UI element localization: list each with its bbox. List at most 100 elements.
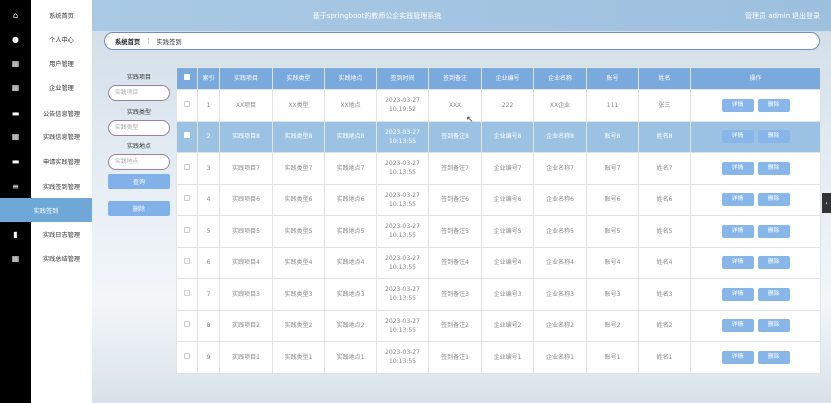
delete-button[interactable]: 删除: [757, 130, 790, 144]
sidebar-item-home[interactable]: 系统首页: [31, 3, 92, 27]
sidebar-item-companies[interactable]: 企业管理: [31, 75, 92, 99]
table-cell: 账号1: [586, 341, 639, 374]
select-all-checkbox[interactable]: [176, 67, 198, 90]
sidebar-item-signin-mgmt[interactable]: 实践签到管理: [31, 174, 92, 198]
table-cell: 签到备注2: [428, 309, 482, 342]
project-filter-input[interactable]: [108, 85, 170, 101]
row-checkbox[interactable]: [176, 120, 198, 153]
detail-button[interactable]: 详情: [721, 193, 754, 207]
batch-delete-button[interactable]: 删除: [108, 201, 170, 216]
row-checkbox[interactable]: [176, 278, 198, 311]
grid-icon[interactable]: ▦: [0, 246, 31, 270]
row-checkbox[interactable]: [176, 246, 198, 279]
table-cell: 2: [197, 120, 220, 153]
sidebar-item-notices[interactable]: 公告信息管理: [31, 101, 92, 125]
column-header: 姓名: [638, 67, 691, 90]
table-row[interactable]: 2 实践项目8 实践类型8 实践地点8 2023-03-27 10:13:55 签到备注8…: [176, 120, 821, 153]
detail-button[interactable]: 详情: [721, 161, 754, 175]
breadcrumb-current: 实践签到: [156, 38, 182, 46]
detail-button[interactable]: 详情: [721, 256, 754, 270]
detail-button[interactable]: 详情: [721, 287, 754, 301]
table-cell: 9: [197, 341, 220, 374]
delete-button[interactable]: 删除: [757, 193, 790, 207]
chart-icon[interactable]: ▮: [0, 222, 31, 246]
row-actions: 详情 删除: [690, 215, 821, 248]
row-actions: 详情 删除: [690, 152, 821, 185]
column-header: 账号: [586, 67, 639, 90]
row-checkbox[interactable]: [176, 183, 198, 216]
user-icon[interactable]: ●: [0, 27, 31, 51]
sidebar-item-logs[interactable]: 实践日志管理: [31, 222, 92, 246]
sidebar-item-profile[interactable]: 个人中心: [31, 27, 92, 51]
row-checkbox[interactable]: [176, 341, 198, 374]
sidebar-item-practice[interactable]: 实践信息管理: [31, 124, 92, 148]
table-cell: 姓名5: [638, 215, 691, 248]
delete-button[interactable]: 删除: [757, 256, 790, 270]
delete-button[interactable]: 删除: [757, 319, 790, 333]
delete-button[interactable]: 删除: [757, 161, 790, 175]
table-cell: 实践类型2: [272, 309, 325, 342]
table-row[interactable]: 9 实践项目1 实践类型1 实践地点1 2023-03-27 10:13:55 签到备注1…: [176, 341, 821, 374]
table-cell: 账号7: [586, 152, 639, 185]
table-cell: XXX: [428, 89, 482, 122]
table-row[interactable]: 3 实践项目7 实践类型7 实践地点7 2023-03-27 10:13:55 签到备注7…: [176, 152, 821, 185]
table-cell: 实践项目1: [219, 341, 273, 374]
table-cell: 实践地点6: [324, 183, 377, 216]
row-actions: 详情 删除: [690, 120, 821, 153]
detail-button[interactable]: 详情: [721, 350, 754, 364]
collapse-tab-icon[interactable]: ‹: [822, 193, 831, 213]
table-cell: 实践类型7: [272, 152, 325, 185]
detail-button[interactable]: 详情: [721, 224, 754, 238]
table-cell: 4: [197, 183, 220, 216]
delete-button[interactable]: 删除: [757, 224, 790, 238]
detail-button[interactable]: 详情: [721, 130, 754, 144]
table-cell: 签到备注7: [428, 152, 482, 185]
type-filter-input[interactable]: [108, 120, 170, 136]
project-filter-label: 实践项目: [126, 74, 151, 81]
signin-table: 索引 实践项目 实践类型 实践地点 签到时间 签到备注 企业编号 企业名称 账号…: [176, 67, 821, 374]
table-cell: 账号2: [586, 309, 639, 342]
sidebar-item-users[interactable]: 用户管理: [31, 51, 92, 75]
grid-icon[interactable]: ▦: [0, 75, 31, 99]
column-header: 企业编号: [481, 67, 534, 90]
breadcrumb-home[interactable]: 系统首页: [115, 37, 140, 46]
table-row[interactable]: 1 XX项目 XX类型 XX地点 2023-03-27 10:19:52 XXX 222 XX…: [176, 89, 821, 122]
table-cell: XX企业: [533, 89, 587, 122]
table-cell: 2023-03-27 10:13:55: [376, 183, 429, 216]
place-filter-input[interactable]: [108, 154, 170, 170]
sidebar-item-summary[interactable]: 实践总结管理: [31, 246, 92, 270]
table-cell: 2023-03-27 10:13:55: [376, 278, 429, 311]
table-row[interactable]: 4 实践项目6 实践类型6 实践地点6 2023-03-27 10:13:55 签到备注6…: [176, 183, 821, 216]
table-row[interactable]: 7 实践项目3 实践类型3 实践地点3 2023-03-27 10:13:55 签到备注3…: [176, 278, 821, 311]
table-cell: 姓名6: [638, 183, 691, 216]
row-checkbox[interactable]: [176, 215, 198, 248]
column-header: 操作: [690, 67, 821, 90]
grid-icon[interactable]: ▦: [0, 124, 31, 148]
delete-button[interactable]: 删除: [757, 98, 790, 112]
detail-button[interactable]: 详情: [721, 98, 754, 112]
row-checkbox[interactable]: [176, 152, 198, 185]
search-button[interactable]: 查询: [108, 174, 170, 189]
row-checkbox[interactable]: [176, 89, 198, 122]
table-cell: XX类型: [272, 89, 325, 122]
table-cell: 实践项目3: [219, 278, 273, 311]
table-cell: 实践类型5: [272, 215, 325, 248]
logout-link[interactable]: 退出登录: [792, 11, 820, 21]
grid-icon[interactable]: ▦: [0, 51, 31, 75]
delete-button[interactable]: 删除: [757, 350, 790, 364]
table-row[interactable]: 5 实践项目5 实践类型5 实践地点5 2023-03-27 10:13:55 签到备注5…: [176, 215, 821, 248]
table-cell: 实践地点3: [324, 278, 377, 311]
table-row[interactable]: 6 实践项目4 实践类型4 实践地点4 2023-03-27 10:13:55 签到备注4…: [176, 246, 821, 279]
delete-button[interactable]: 删除: [757, 287, 790, 301]
home-icon[interactable]: ⌂: [0, 3, 31, 27]
table-row[interactable]: 8 实践项目2 实践类型2 实践地点2 2023-03-27 10:13:55 签到备注2…: [176, 309, 821, 342]
row-checkbox[interactable]: [176, 309, 198, 342]
ticket-icon[interactable]: ▬: [0, 149, 31, 173]
list-icon[interactable]: ≡: [0, 174, 31, 198]
sidebar-item-signin[interactable]: 实践签到: [0, 198, 92, 222]
sidebar-item-apply[interactable]: 申请实践管理: [31, 149, 92, 173]
monitor-icon[interactable]: ▬: [0, 101, 31, 125]
table-cell: 8: [197, 309, 220, 342]
table-cell: 实践地点1: [324, 341, 377, 374]
detail-button[interactable]: 详情: [721, 319, 754, 333]
